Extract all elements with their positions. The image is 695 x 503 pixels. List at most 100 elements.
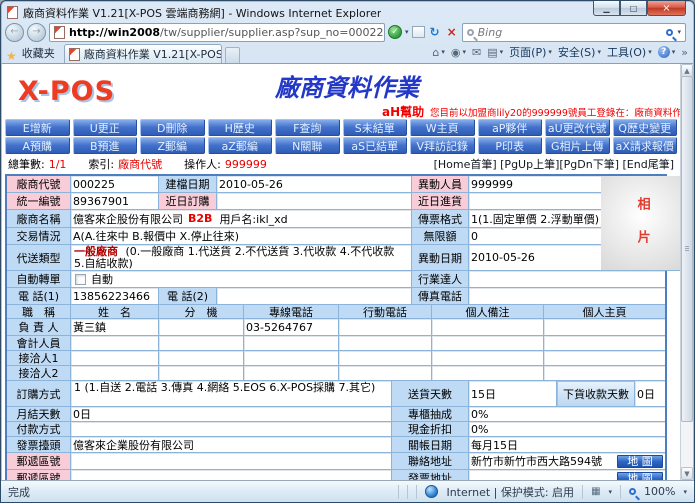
contact-name-field[interactable]: 黃三鎮 (71, 319, 159, 336)
forward-button[interactable]: → (27, 23, 46, 42)
delivery-type-field[interactable]: 一般廠商 (0.一般廠商 1.代送貨 2.不代送貨 3.代收款 4.不代收款 5… (71, 245, 412, 271)
contact-homepage-field[interactable] (544, 319, 665, 336)
modified-date-field[interactable]: 2010-05-26 (469, 245, 601, 271)
zip1-field[interactable] (71, 453, 392, 470)
supplier-code-field[interactable]: 000225 (71, 176, 159, 193)
next-collect-days-button[interactable]: 下貨收款天數 (557, 381, 635, 407)
back-button[interactable]: ← (5, 23, 24, 42)
auto-transfer-checkbox[interactable] (75, 274, 86, 285)
contact-name-field[interactable] (71, 366, 159, 381)
contact-homepage-field[interactable] (544, 336, 665, 351)
btn-visit-log[interactable]: V拜訪記錄 (410, 137, 475, 154)
close-date-field[interactable]: 每月15日 (469, 437, 665, 453)
btn-prereceive[interactable]: B預進 (73, 137, 138, 154)
safety-menu[interactable]: 安全(S)▾ (558, 44, 601, 60)
zoom-level[interactable]: 100% (644, 485, 675, 498)
search-box[interactable]: ▾ (462, 23, 686, 42)
cash-discount-field[interactable]: 0% (469, 422, 665, 437)
btn-quote-request[interactable]: aX請求報價 (613, 137, 678, 154)
btn-update[interactable]: U更正 (73, 119, 138, 136)
contact-ext-field[interactable] (159, 351, 244, 366)
search-input[interactable] (478, 26, 663, 39)
counter-commission-field[interactable]: 0% (469, 407, 665, 422)
btn-open-orders[interactable]: S未結單 (343, 119, 408, 136)
btn-query[interactable]: F查詢 (275, 119, 340, 136)
invoice-address-map-button[interactable]: 地 圖 (617, 472, 663, 481)
invoice-title-field[interactable]: 億客來企業股份有限公司 (71, 437, 392, 453)
view-mode-icon[interactable]: ▦ (591, 486, 600, 497)
read-mail-button[interactable]: ✉ (472, 46, 481, 59)
contact-mobile-field[interactable] (339, 366, 432, 381)
more-toolbar-chevron[interactable]: » (681, 46, 688, 59)
btn-zip-alt[interactable]: aZ郵編 (208, 137, 273, 154)
tools-menu[interactable]: 工具(O)▾ (607, 44, 652, 60)
payment-method-field[interactable] (71, 422, 392, 437)
contact-note-field[interactable] (432, 351, 544, 366)
invoice-address-field[interactable]: 地 圖 (469, 470, 665, 480)
favorites-star-icon[interactable]: ★ (6, 49, 17, 63)
contact-name-field[interactable] (71, 351, 159, 366)
recent-receive-field[interactable] (469, 193, 601, 210)
delivery-days-field[interactable]: 15日 (469, 381, 557, 407)
trade-status-field[interactable]: A(A.往來中 B.報價中 X.停止往來) (71, 228, 412, 245)
new-tab-stub[interactable] (225, 47, 240, 63)
phone1-field[interactable]: 13856223466 (71, 288, 159, 305)
modifier-field[interactable]: 999999 (469, 176, 601, 193)
compatibility-view-icon[interactable] (412, 26, 425, 38)
contact-address-field[interactable]: 新竹市新竹市西大路594號 地 圖 (469, 453, 665, 470)
vertical-scrollbar[interactable]: ▲ ▼ (680, 64, 693, 480)
print-button[interactable]: ▤▾ (487, 46, 503, 59)
credit-limit-field[interactable]: 0 (469, 228, 601, 245)
contact-homepage-field[interactable] (544, 351, 665, 366)
btn-relation[interactable]: N關聯 (275, 137, 340, 154)
created-date-field[interactable]: 2010-05-26 (217, 176, 412, 193)
tax-id-field[interactable]: 89367901 (71, 193, 159, 210)
btn-photo-upload[interactable]: G相片上傳 (545, 137, 610, 154)
view-mode-caret[interactable]: ▾ (609, 488, 613, 496)
contact-ext-field[interactable] (159, 319, 244, 336)
contact-ext-field[interactable] (159, 366, 244, 381)
contact-note-field[interactable] (432, 366, 544, 381)
feeds-button[interactable]: ◉▾ (451, 46, 466, 59)
refresh-button[interactable]: ↻ (428, 25, 442, 39)
contact-ext-field[interactable] (159, 336, 244, 351)
close-button[interactable]: × (647, 1, 686, 16)
stop-button[interactable]: × (445, 25, 459, 39)
contact-homepage-field[interactable] (544, 366, 665, 381)
security-shield-icon[interactable]: ✓ (388, 25, 402, 39)
monthly-close-days-field[interactable]: 0日 (71, 407, 392, 422)
btn-delete[interactable]: D刪除 (140, 119, 205, 136)
btn-closed-orders[interactable]: aS已結單 (343, 137, 408, 154)
scroll-down-button[interactable]: ▼ (681, 467, 693, 480)
btn-preorder[interactable]: A預購 (5, 137, 70, 154)
photo-placeholder[interactable]: 相片 (601, 176, 680, 271)
address-input[interactable]: http://win2008/tw/supplier/supplier.asp?… (49, 23, 385, 42)
contact-phone-field[interactable] (244, 351, 339, 366)
shield-dropdown-caret[interactable]: ▾ (405, 28, 409, 36)
voucher-format-field[interactable]: 1(1.固定單價 2.浮動單價) (469, 210, 601, 228)
btn-add[interactable]: E增新 (5, 119, 70, 136)
order-method-field[interactable]: 1 (1.自送 2.電話 3.傳真 4.網絡 5.EOS 6.X-POS採購 7… (71, 381, 392, 407)
active-tab[interactable]: 廠商資料作業 V1.21[X-POS 雲端商務網] (64, 44, 222, 63)
zoom-icon[interactable] (629, 488, 636, 495)
contact-address-map-button[interactable]: 地 圖 (617, 455, 663, 468)
btn-print[interactable]: P印表 (478, 137, 543, 154)
contact-mobile-field[interactable] (339, 336, 432, 351)
next-collect-days-field[interactable]: 0日 (635, 381, 665, 407)
btn-change-code[interactable]: aU更改代號 (545, 119, 610, 136)
scrollbar-thumb[interactable] (681, 76, 693, 422)
zip2-field[interactable] (71, 470, 392, 480)
fax-field[interactable] (469, 288, 665, 305)
industry-expert-field[interactable] (469, 271, 665, 288)
supplier-name-field[interactable]: 億客來企股份有限公司 B2B 用戶名:ikl_xd (71, 210, 412, 228)
search-options-caret[interactable]: ▾ (677, 28, 681, 36)
help-menu[interactable]: ?▾ (658, 46, 676, 58)
minimize-button[interactable]: ▁ (593, 1, 620, 16)
recent-order-field[interactable] (217, 193, 412, 210)
btn-main-page[interactable]: W主頁 (410, 119, 475, 136)
home-button[interactable]: ⌂▾ (432, 46, 445, 59)
contact-note-field[interactable] (432, 319, 544, 336)
search-submit-icon[interactable] (666, 29, 673, 36)
page-menu[interactable]: 页面(P)▾ (509, 44, 552, 60)
btn-zip[interactable]: Z郵編 (140, 137, 205, 154)
